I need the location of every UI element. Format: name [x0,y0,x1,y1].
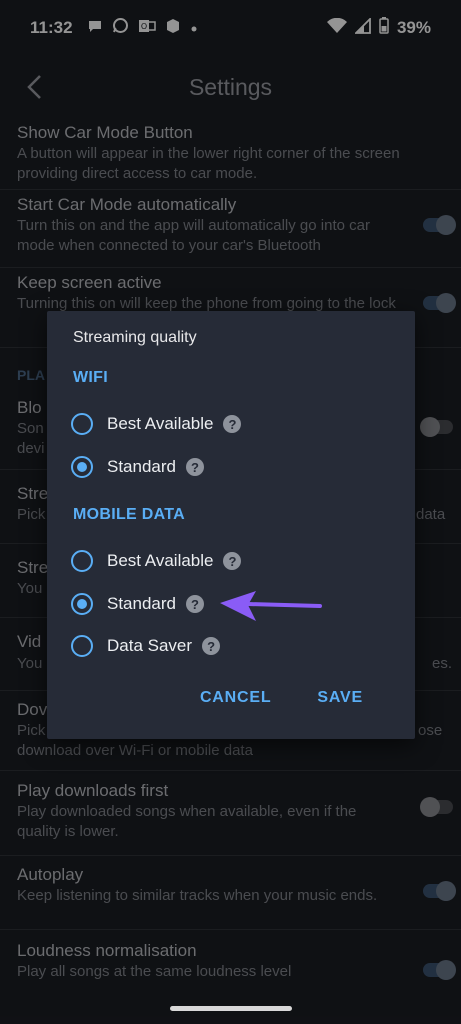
help-icon[interactable]: ? [223,415,242,433]
help-icon[interactable]: ? [202,637,221,655]
radio-button[interactable] [71,635,93,657]
streaming-quality-dialog: Streaming quality WIFI Best Available ? … [47,311,415,739]
option-label: Best Available [107,551,214,570]
help-icon[interactable]: ? [223,552,242,570]
option-label: Data Saver [107,636,193,655]
radio-button-checked[interactable] [71,593,93,615]
wifi-option-best-available[interactable]: Best Available ? [71,409,242,439]
radio-button[interactable] [71,550,93,572]
dialog-title: Streaming quality [73,329,197,346]
mobile-option-standard[interactable]: Standard ? [71,589,204,619]
option-label: Standard [107,457,176,476]
wifi-option-standard[interactable]: Standard ? [71,452,204,482]
option-label: Standard [107,594,176,613]
mobile-data-section-label: MOBILE DATA [73,506,186,523]
mobile-option-data-saver[interactable]: Data Saver ? [71,631,221,661]
wifi-section-label: WIFI [73,369,108,386]
help-icon[interactable]: ? [186,595,204,613]
option-label: Best Available [107,414,214,433]
radio-button-checked[interactable] [71,456,93,478]
cancel-button[interactable]: CANCEL [200,689,271,707]
radio-button[interactable] [71,413,93,435]
mobile-option-best-available[interactable]: Best Available ? [71,546,242,576]
help-icon[interactable]: ? [186,458,204,476]
dialog-actions: CANCEL SAVE [200,689,363,707]
save-button[interactable]: SAVE [317,689,363,707]
home-indicator[interactable] [170,1006,292,1011]
annotation-arrow-icon [220,591,322,621]
